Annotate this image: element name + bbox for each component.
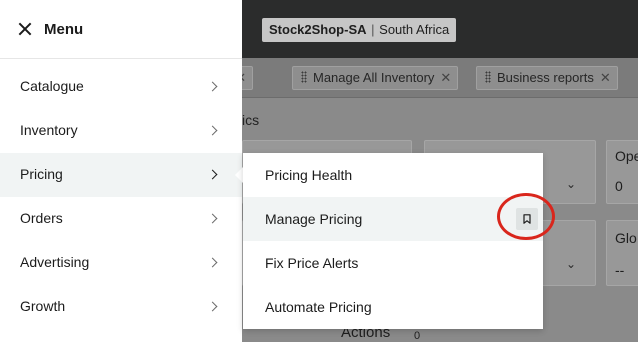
submenu-item-label: Automate Pricing — [265, 299, 372, 315]
drag-handle-icon[interactable] — [301, 71, 307, 83]
menu-item-orders[interactable]: Orders — [0, 197, 242, 241]
drag-handle-icon[interactable] — [485, 71, 491, 83]
menu-item-inventory[interactable]: Inventory — [0, 109, 242, 153]
navigation-menu: Menu Catalogue Inventory Pricing Orders … — [0, 0, 242, 342]
metric-value: 0 — [615, 178, 623, 194]
bookmark-tab[interactable]: Manage All Inventory ✕ — [292, 66, 459, 90]
chevron-down-icon[interactable]: ⌄ — [566, 177, 576, 191]
pricing-submenu: Pricing Health Manage Pricing Fix Price … — [243, 153, 543, 329]
chevron-right-icon — [207, 81, 218, 92]
chevron-down-icon[interactable]: ⌄ — [566, 257, 576, 271]
store-region: South Africa — [379, 22, 450, 37]
close-icon[interactable] — [18, 22, 32, 36]
close-icon[interactable]: ✕ — [600, 67, 611, 89]
chevron-right-icon — [207, 257, 218, 268]
menu-item-growth[interactable]: Growth — [0, 285, 242, 329]
menu-title: Menu — [44, 21, 84, 38]
submenu-item-pricing-health[interactable]: Pricing Health — [243, 153, 543, 197]
divider — [0, 58, 242, 59]
submenu-item-fix-price-alerts[interactable]: Fix Price Alerts — [243, 241, 543, 285]
menu-item-label: Catalogue — [20, 78, 84, 94]
bookmark-tab-label: Manage All Inventory — [313, 70, 435, 85]
bookmark-tab-label: Business reports — [497, 70, 594, 85]
menu-header: Menu — [0, 0, 242, 58]
menu-item-label: Growth — [20, 298, 66, 314]
menu-item-label: Inventory — [20, 122, 78, 138]
submenu-pointer — [235, 167, 243, 183]
metric-label: Glo — [615, 230, 637, 246]
highlight-circle — [497, 193, 555, 240]
chevron-right-icon — [207, 169, 218, 180]
menu-item-label: Orders — [20, 210, 63, 226]
actions-count: 0 — [414, 330, 421, 342]
menu-item-label: Advertising — [20, 254, 90, 270]
store-selector[interactable]: Stock2Shop-SA | South Africa — [262, 18, 457, 42]
menu-item-label: Pricing — [20, 166, 63, 182]
menu-item-catalogue[interactable]: Catalogue — [0, 65, 242, 109]
section-heading: ics — [242, 112, 260, 128]
metric-value: -- — [615, 262, 625, 278]
store-separator: | — [371, 22, 375, 37]
menu-item-pricing[interactable]: Pricing — [0, 153, 242, 197]
submenu-item-automate-pricing[interactable]: Automate Pricing — [243, 285, 543, 329]
store-name: Stock2Shop-SA — [269, 22, 367, 37]
chevron-right-icon — [207, 213, 218, 224]
chevron-right-icon — [207, 301, 218, 312]
submenu-item-label: Fix Price Alerts — [265, 255, 359, 271]
close-icon[interactable]: ✕ — [440, 67, 451, 89]
menu-item-advertising[interactable]: Advertising — [0, 241, 242, 285]
submenu-item-label: Pricing Health — [265, 167, 353, 183]
submenu-item-label: Manage Pricing — [265, 211, 363, 227]
metric-label: Ope — [615, 148, 638, 164]
chevron-right-icon — [207, 125, 218, 136]
bookmark-tab[interactable]: Business reports ✕ — [476, 66, 618, 90]
